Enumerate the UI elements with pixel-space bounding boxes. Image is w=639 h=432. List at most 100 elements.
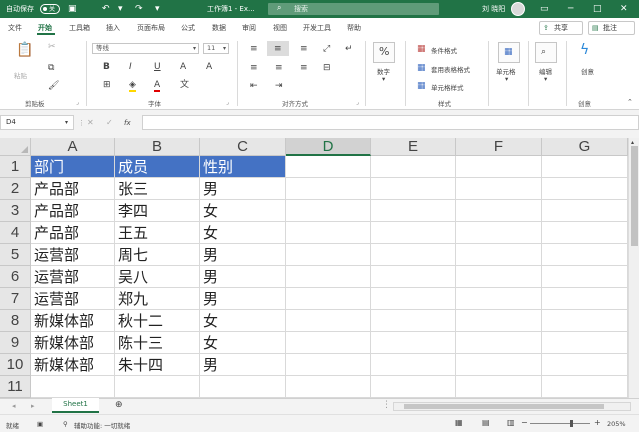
- editing-button[interactable]: ⌕: [535, 42, 557, 63]
- increase-font-icon[interactable]: A: [180, 62, 186, 72]
- cell[interactable]: [371, 288, 456, 310]
- autosave-toggle[interactable]: 关: [40, 4, 60, 14]
- search-box[interactable]: ⌕ 搜索: [268, 3, 439, 15]
- prev-sheet-icon[interactable]: ◂: [12, 401, 16, 411]
- row-header[interactable]: 2: [0, 178, 31, 200]
- tab-help[interactable]: 帮助: [347, 23, 361, 33]
- column-header-g[interactable]: G: [542, 138, 628, 156]
- vertical-scroll-thumb[interactable]: [631, 146, 638, 246]
- cell[interactable]: [542, 310, 628, 332]
- cell[interactable]: [200, 376, 286, 398]
- cell[interactable]: [542, 222, 628, 244]
- cell[interactable]: 产品部: [31, 178, 115, 200]
- cancel-icon[interactable]: ✕: [87, 118, 94, 128]
- cell[interactable]: [371, 222, 456, 244]
- cell[interactable]: [286, 266, 371, 288]
- bold-icon[interactable]: B: [103, 62, 110, 72]
- cell[interactable]: [371, 178, 456, 200]
- cell[interactable]: [286, 244, 371, 266]
- quick-access-more-icon[interactable]: ▾: [155, 2, 160, 16]
- row-header[interactable]: 1: [0, 156, 31, 178]
- cell[interactable]: 朱十四: [115, 354, 200, 376]
- clipboard-launcher-icon[interactable]: ⌟: [76, 99, 79, 106]
- font-name-select[interactable]: 等线 ▾: [92, 43, 199, 54]
- cell[interactable]: [286, 376, 371, 398]
- tab-view[interactable]: 视图: [273, 23, 287, 33]
- more-options-icon[interactable]: ⋮: [78, 118, 85, 128]
- zoom-in-icon[interactable]: +: [594, 418, 601, 427]
- cell[interactable]: [542, 332, 628, 354]
- page-layout-view-icon[interactable]: ▤: [482, 418, 490, 427]
- cell[interactable]: [542, 244, 628, 266]
- worksheet-grid[interactable]: A B C D E F G 1 部门 成员 性别 2 产品部 张三男 3 产品部 李四女 4 产品部 王五女 5 运营部周…: [0, 138, 628, 398]
- row-header[interactable]: 6: [0, 266, 31, 288]
- collapse-ribbon-icon[interactable]: ⌃: [627, 97, 633, 107]
- function-icon[interactable]: fx: [124, 118, 131, 128]
- cell[interactable]: [542, 266, 628, 288]
- tab-insert[interactable]: 插入: [106, 23, 120, 33]
- cell[interactable]: 陈十三: [115, 332, 200, 354]
- row-header[interactable]: 3: [0, 200, 31, 222]
- undo-icon[interactable]: ↶: [102, 2, 110, 16]
- minimize-icon[interactable]: ─: [568, 2, 573, 16]
- wrap-text-icon[interactable]: ↵: [345, 44, 353, 54]
- cell[interactable]: 女: [200, 332, 286, 354]
- italic-icon[interactable]: I: [129, 62, 132, 72]
- cell[interactable]: [286, 156, 371, 178]
- row-header[interactable]: 10: [0, 354, 31, 376]
- copy-icon[interactable]: ⧉: [48, 63, 54, 73]
- add-sheet-icon[interactable]: ⊕: [115, 400, 123, 410]
- macro-record-icon[interactable]: ▣: [37, 420, 43, 428]
- save-icon[interactable]: ▣: [68, 2, 77, 16]
- next-sheet-icon[interactable]: ▸: [31, 401, 35, 411]
- cell[interactable]: [371, 266, 456, 288]
- ribbon-display-icon[interactable]: ▭: [540, 2, 549, 16]
- cell[interactable]: 运营部: [31, 288, 115, 310]
- redo-icon[interactable]: ↷: [135, 2, 143, 16]
- page-break-view-icon[interactable]: ▥: [507, 418, 515, 427]
- cell[interactable]: 秋十二: [115, 310, 200, 332]
- accessibility-status[interactable]: 辅助功能: 一切就绪: [74, 420, 130, 430]
- cell[interactable]: 男: [200, 354, 286, 376]
- tab-formulas[interactable]: 公式: [181, 23, 195, 33]
- fill-color-icon[interactable]: ◈: [129, 80, 136, 92]
- row-header[interactable]: 7: [0, 288, 31, 310]
- orientation-icon[interactable]: ⤢: [323, 44, 330, 54]
- align-right-icon[interactable]: ≡: [300, 63, 308, 73]
- cell[interactable]: [542, 178, 628, 200]
- cell[interactable]: [542, 376, 628, 398]
- alignment-launcher-icon[interactable]: ⌟: [356, 99, 359, 106]
- tab-home[interactable]: 开始: [38, 23, 52, 33]
- cell[interactable]: [542, 354, 628, 376]
- cell[interactable]: 男: [200, 178, 286, 200]
- cell[interactable]: [456, 354, 542, 376]
- cell[interactable]: [456, 156, 542, 178]
- cell[interactable]: 运营部: [31, 244, 115, 266]
- cell[interactable]: [371, 244, 456, 266]
- align-bottom-icon[interactable]: ≡: [300, 44, 308, 54]
- share-button[interactable]: ⇪ 共享: [539, 21, 583, 35]
- cell[interactable]: [456, 288, 542, 310]
- normal-view-icon[interactable]: ▦: [455, 418, 463, 427]
- cell[interactable]: [456, 310, 542, 332]
- vertical-scrollbar[interactable]: ▴: [628, 138, 639, 398]
- decrease-indent-icon[interactable]: ⇤: [250, 81, 258, 91]
- number-format-button[interactable]: %: [373, 42, 395, 63]
- cell[interactable]: [542, 288, 628, 310]
- cell[interactable]: 成员: [115, 156, 200, 178]
- font-size-select[interactable]: 11 ▾: [203, 43, 229, 54]
- cell[interactable]: [371, 332, 456, 354]
- align-middle-button[interactable]: ≡: [267, 41, 289, 56]
- cell[interactable]: [371, 310, 456, 332]
- cell[interactable]: [456, 244, 542, 266]
- cell[interactable]: [456, 266, 542, 288]
- zoom-out-icon[interactable]: −: [521, 418, 528, 427]
- cell[interactable]: [286, 354, 371, 376]
- cell[interactable]: [286, 310, 371, 332]
- cell[interactable]: 新媒体部: [31, 310, 115, 332]
- tab-file[interactable]: 文件: [8, 23, 22, 33]
- tab-data[interactable]: 数据: [212, 23, 226, 33]
- cell[interactable]: [286, 288, 371, 310]
- cell[interactable]: 男: [200, 266, 286, 288]
- undo-dropdown-icon[interactable]: ▾: [118, 2, 123, 16]
